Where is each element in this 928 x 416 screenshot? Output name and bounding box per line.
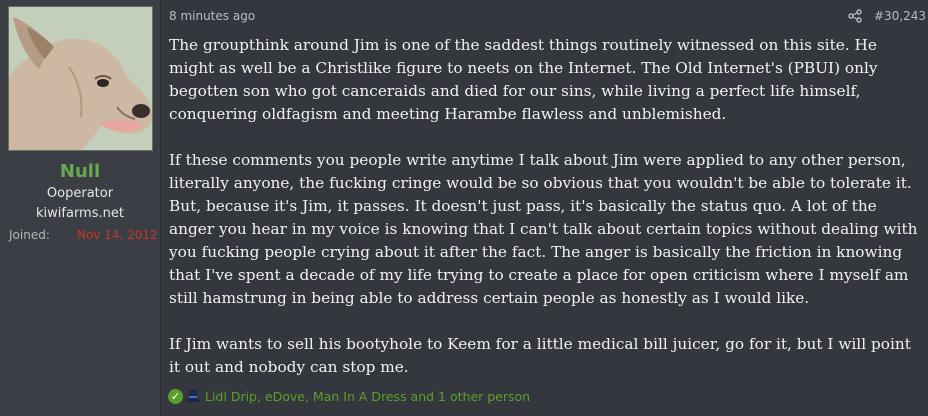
reaction-users[interactable]: Lidl Drip, eDove, Man In A Dress and 1 o…	[205, 389, 530, 404]
user-title: Ooperator	[46, 186, 114, 201]
avatar[interactable]	[8, 6, 153, 151]
joined-label: Joined:	[9, 228, 50, 242]
user-info-panel: Null Ooperator kiwifarms.net Joined: Nov…	[0, 0, 161, 416]
post-paragraph: If Jim wants to sell his bootyhole to Ke…	[169, 335, 911, 376]
post-number[interactable]: #30,243	[874, 9, 926, 23]
post-paragraph: If these comments you people write anyti…	[169, 151, 918, 307]
check-icon: ✓	[168, 388, 183, 404]
username[interactable]: Null	[0, 161, 160, 182]
post-paragraph: The groupthink around Jim is one of the …	[169, 36, 878, 123]
dog-avatar-image	[9, 7, 152, 150]
post-body: The groupthink around Jim is one of the …	[169, 34, 921, 402]
top-hat-icon	[186, 390, 200, 402]
post-timestamp[interactable]: 8 minutes ago	[169, 9, 255, 23]
forum-post: Null Ooperator kiwifarms.net Joined: Nov…	[0, 0, 928, 416]
joined-date: Nov 14, 2012	[77, 228, 158, 242]
user-site: kiwifarms.net	[36, 206, 124, 221]
reactions-bar[interactable]: ✓ Lidl Drip, eDove, Man In A Dress and 1…	[168, 387, 530, 405]
share-icon[interactable]	[848, 9, 862, 23]
